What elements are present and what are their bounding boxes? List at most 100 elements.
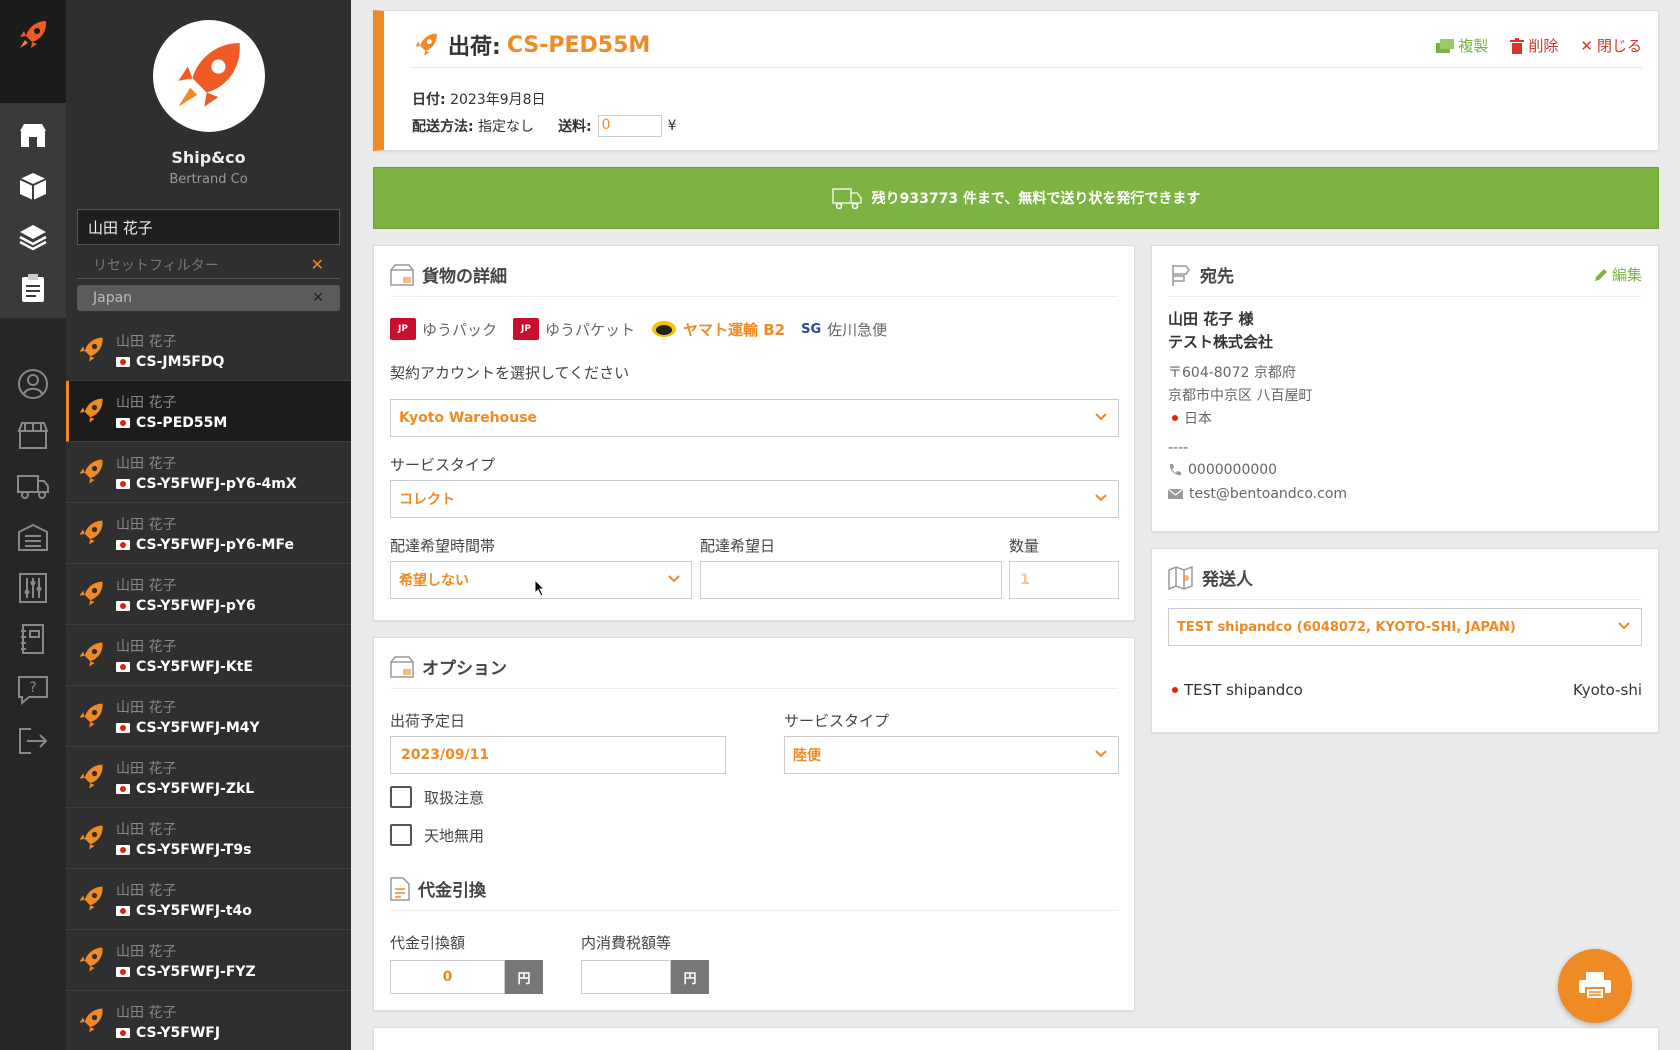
order-list-item[interactable]: 山田 花子 CS-Y5FWFJ-KtE — [66, 625, 351, 686]
sender-title: 発送人 — [1202, 570, 1253, 590]
time-value: 希望しない — [399, 573, 469, 589]
order-list-item[interactable]: 山田 花子 CS-Y5FWFJ-t4o — [66, 869, 351, 930]
order-id-label: CS-PED55M — [136, 414, 228, 431]
order-id-line: CS-Y5FWFJ — [116, 1025, 220, 1041]
order-list-item[interactable]: 山田 花子 CS-Y5FWFJ — [66, 991, 351, 1050]
edit-label: 編集 — [1611, 266, 1642, 284]
checkbox-box[interactable] — [390, 786, 412, 808]
carrier-label: ヤマト運輸 B2 — [683, 320, 786, 339]
cod-amount-input[interactable]: 0 — [390, 960, 505, 994]
carrier-sagawa[interactable]: SG 佐川急便 — [801, 319, 887, 340]
brand-company: Bertrand Co — [169, 172, 248, 187]
tax-input[interactable] — [581, 960, 671, 994]
japan-flag-icon — [116, 844, 130, 855]
order-sidebar: Ship&co Bertrand Co 山田 花子 リセットフィルター ✕ Ja… — [66, 0, 351, 1050]
carrier-yamato[interactable]: ヤマト運輸 B2 — [651, 319, 785, 340]
package-icon[interactable] — [0, 160, 66, 211]
order-list-item[interactable]: 山田 花子 CS-Y5FWFJ-ZkL — [66, 747, 351, 808]
japan-post-icon: JP — [513, 318, 540, 340]
clipboard-icon[interactable] — [0, 262, 66, 313]
quantity-input[interactable]: 1 — [1009, 561, 1119, 599]
order-id-line: CS-Y5FWFJ-pY6 — [116, 598, 256, 614]
japan-flag-icon — [116, 478, 130, 489]
delete-button[interactable]: 削除 — [1510, 35, 1558, 56]
divider-text: ---- — [1168, 440, 1189, 456]
icon-rail: ? — [0, 0, 66, 1050]
order-id-line: CS-Y5FWFJ-FYZ — [116, 964, 256, 980]
checkbox-box[interactable] — [390, 824, 412, 846]
filter-chip-label: Japan — [93, 290, 133, 306]
yen-unit: 円 — [505, 960, 543, 994]
order-search-input[interactable]: 山田 花子 — [77, 209, 340, 245]
shipment-header: 出荷: CS-PED55M 複製 削除 ✕ 閉じる 日付: 2023年9月8日 … — [373, 10, 1659, 151]
carrier-label: ゆうパケット — [545, 320, 636, 339]
order-customer-name: 山田 花子 — [116, 577, 177, 594]
delivery-date-input[interactable] — [700, 561, 1002, 599]
options-title: オプション — [422, 659, 507, 679]
banner-text: 残り933773 件まで、無料で送り状を発行できます — [871, 191, 1201, 207]
chevron-down-icon — [1618, 622, 1630, 630]
sliders-icon[interactable] — [0, 562, 66, 613]
layers-icon[interactable] — [0, 211, 66, 262]
truck-icon[interactable] — [0, 460, 66, 511]
sender-name-value: TEST shipandco — [1184, 681, 1303, 699]
close-label: 閉じる — [1596, 37, 1642, 55]
this-side-up-checkbox[interactable]: 天地無用 — [390, 824, 484, 846]
filter-chip-country[interactable]: Japan ✕ — [77, 285, 340, 311]
japan-flag-icon — [116, 661, 130, 672]
order-list-item[interactable]: 山田 花子 CS-JM5FDQ — [66, 320, 351, 381]
shop-icon[interactable] — [0, 409, 66, 460]
chevron-down-icon — [1095, 750, 1107, 758]
order-customer-name: 山田 花子 — [116, 1004, 177, 1021]
reset-filter[interactable]: リセットフィルター ✕ — [77, 251, 340, 279]
carrier-yupacket[interactable]: JP ゆうパケット — [513, 318, 635, 340]
print-button[interactable] — [1558, 949, 1632, 1023]
order-id-label: CS-Y5FWFJ — [136, 1024, 221, 1041]
chip-close-icon[interactable]: ✕ — [312, 290, 324, 306]
sender-select[interactable]: TEST shipandco (6048072, KYOTO-SHI, JAPA… — [1168, 608, 1642, 646]
order-list-item[interactable]: 山田 花子 CS-Y5FWFJ-T9s — [66, 808, 351, 869]
close-button[interactable]: ✕ 閉じる — [1580, 35, 1642, 56]
user-icon[interactable] — [0, 358, 66, 409]
page-title: 出荷: CS-PED55M — [412, 29, 650, 61]
store-icon[interactable] — [0, 109, 66, 160]
carrier-yupack[interactable]: JP ゆうパック — [390, 318, 497, 340]
country-label: 日本 — [1184, 411, 1212, 427]
shipping-fee-input[interactable]: 0 — [597, 115, 662, 137]
ship-date-input[interactable]: 2023/09/11 — [390, 736, 726, 774]
edit-destination-button[interactable]: 編集 — [1594, 264, 1642, 285]
account-select[interactable]: Kyoto Warehouse — [390, 399, 1119, 437]
fragile-label: 取扱注意 — [424, 788, 485, 807]
service-label: サービスタイプ — [390, 456, 496, 474]
order-list-item[interactable]: 山田 花子 CS-PED55M — [66, 381, 351, 442]
cod-amount-label: 代金引換額 — [390, 934, 466, 952]
warehouse-icon[interactable] — [0, 511, 66, 562]
duplicate-button[interactable]: 複製 — [1436, 35, 1488, 56]
japan-flag-icon — [116, 722, 130, 733]
rocket-icon — [79, 886, 103, 911]
japan-flag-icon — [116, 600, 130, 611]
help-icon[interactable]: ? — [0, 664, 66, 715]
option-service-select[interactable]: 陸便 — [784, 736, 1119, 774]
order-list-item[interactable]: 山田 花子 CS-Y5FWFJ-pY6-MFe — [66, 503, 351, 564]
japan-flag-icon — [116, 539, 130, 550]
order-list-item[interactable]: 山田 花子 CS-Y5FWFJ-pY6-4mX — [66, 442, 351, 503]
order-list-item[interactable]: 山田 花子 CS-Y5FWFJ-FYZ — [66, 930, 351, 991]
brand-name: Ship&co — [171, 148, 246, 167]
recipient-company: テスト株式会社 — [1168, 333, 1274, 351]
logout-icon[interactable] — [0, 715, 66, 766]
order-list-item[interactable]: 山田 花子 CS-Y5FWFJ-pY6 — [66, 564, 351, 625]
next-section-card — [373, 1027, 1659, 1050]
fragile-checkbox[interactable]: 取扱注意 — [390, 786, 484, 808]
sender-name: TEST shipandco — [1168, 681, 1303, 699]
rocket-logo-icon[interactable] — [0, 0, 66, 103]
free-label-banner: 残り933773 件まで、無料で送り状を発行できます — [373, 167, 1659, 229]
rocket-icon — [79, 1008, 103, 1033]
reset-close-icon[interactable]: ✕ — [311, 255, 324, 274]
notebook-icon[interactable] — [0, 613, 66, 664]
chevron-down-icon — [668, 575, 680, 583]
ship-date-label: 出荷予定日 — [390, 712, 466, 730]
service-type-select[interactable]: コレクト — [390, 480, 1119, 518]
map-icon — [1168, 565, 1193, 590]
order-list-item[interactable]: 山田 花子 CS-Y5FWFJ-M4Y — [66, 686, 351, 747]
